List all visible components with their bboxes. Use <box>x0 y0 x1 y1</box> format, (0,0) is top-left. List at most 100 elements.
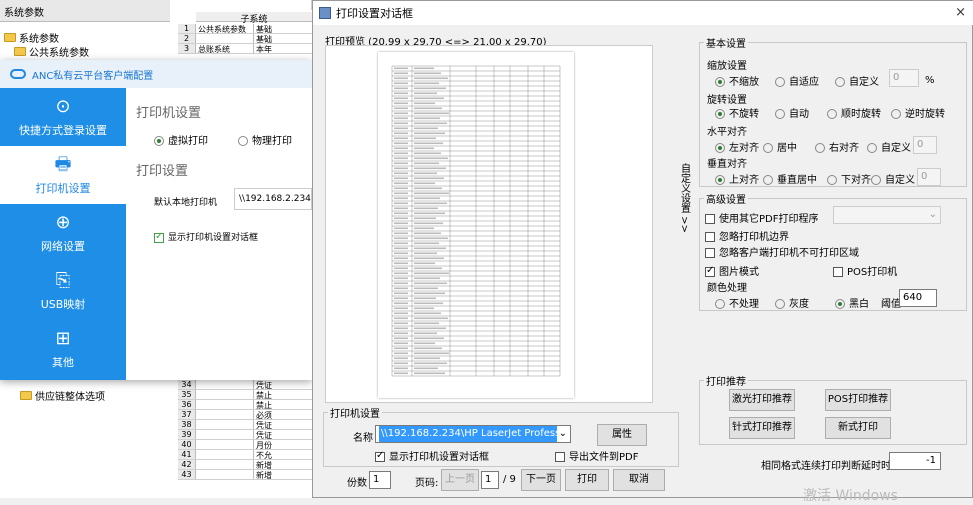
page-input[interactable]: 1 <box>481 471 499 489</box>
grid-row[interactable]: 40 月份 <box>178 440 312 451</box>
anc-main-panel: 打印机设置 虚拟打印 物理打印 打印设置 默认本地打印机 \\192.168.2… <box>126 88 312 380</box>
grid-cell: 凭证 <box>256 381 272 390</box>
grid-cell <box>196 450 254 460</box>
color-gray-radio[interactable]: 灰度 <box>775 295 809 310</box>
halign-center-radio[interactable]: 居中 <box>763 139 797 154</box>
sidebar-item-network[interactable]: ⊕ 网络设置 <box>0 204 126 262</box>
halign-left-radio[interactable]: 左对齐 <box>715 139 759 154</box>
valign-bottom-radio[interactable]: 下对齐 <box>827 171 871 186</box>
radio-physical[interactable]: 物理打印 <box>238 132 292 147</box>
pdf-program-select[interactable]: ⌄ <box>833 206 941 224</box>
preview-line <box>394 327 408 330</box>
tree-item-supply[interactable]: 供应链整体选项 <box>20 388 105 403</box>
default-printer-label: 默认本地打印机 <box>154 198 218 208</box>
radio-icon <box>154 136 164 146</box>
grid-row[interactable]: 38 凭证 <box>178 420 312 431</box>
grid-row[interactable]: 3 总账系统 本年 <box>178 44 312 55</box>
properties-button[interactable]: 属性 <box>597 424 647 446</box>
preview-line <box>394 112 408 115</box>
rotate-ccw-radio[interactable]: 逆时旋转 <box>891 105 945 120</box>
copies-input[interactable]: 1 <box>369 471 391 489</box>
show-dialog-checkbox[interactable]: 显示打印机设置对话框 <box>154 230 258 243</box>
grid-row[interactable]: 35 禁止 <box>178 390 312 401</box>
color-none-radio[interactable]: 不处理 <box>715 295 759 310</box>
grid-cell <box>196 410 254 420</box>
rotate-none-radio[interactable]: 不旋转 <box>715 105 759 120</box>
preview-line <box>394 142 408 145</box>
preview-line <box>414 192 449 195</box>
valign-top-radio[interactable]: 上对齐 <box>715 171 759 186</box>
preview-line <box>394 282 408 285</box>
grid-cell: 不允 <box>256 451 272 460</box>
preview-line <box>394 222 408 225</box>
preview-line <box>394 97 408 100</box>
printer-name-select[interactable]: \\192.168.2.234\HP LaserJet Professional… <box>375 425 571 443</box>
preview-line <box>414 207 438 210</box>
scale-input[interactable]: 0 <box>889 69 919 87</box>
scale-fit-radio[interactable]: 自适应 <box>775 73 819 88</box>
export-pdf-checkbox[interactable]: 导出文件到PDF <box>555 448 638 463</box>
close-icon[interactable]: × <box>955 5 966 20</box>
show-dialog-checkbox[interactable]: 显示打印机设置对话框 <box>375 448 489 463</box>
checkbox-icon <box>154 231 164 243</box>
grid-row[interactable]: 1 公共系统参数 基础 <box>178 24 312 35</box>
grid-row[interactable]: 36 禁止 <box>178 400 312 411</box>
preview-line <box>394 342 408 345</box>
grid-cell <box>196 430 254 440</box>
laser-recommend-button[interactable]: 激光打印推荐 <box>729 389 795 411</box>
sidebar-item-other[interactable]: ⊞ 其他 <box>0 320 126 378</box>
grid-row[interactable]: 39 凭证 <box>178 430 312 441</box>
threshold-input[interactable]: 640 <box>899 289 937 307</box>
preview-line <box>414 297 436 300</box>
custom-settings-tab[interactable]: 自定义设置 >> <box>677 163 691 236</box>
pos-printer-checkbox[interactable]: POS打印机 <box>833 263 897 278</box>
default-printer-field[interactable]: \\192.168.2.234\ <box>234 188 312 210</box>
halign-input[interactable]: 0 <box>913 136 937 154</box>
cancel-button[interactable]: 取消 <box>613 469 665 491</box>
sidebar-item-shortcut[interactable]: ⊙ 快捷方式登录设置 <box>0 88 126 146</box>
tree-item-system[interactable]: 系统参数 <box>4 30 59 45</box>
rotate-auto-radio[interactable]: 自动 <box>775 105 809 120</box>
preview-line <box>414 107 442 110</box>
grid-row[interactable]: 2 基础 <box>178 34 312 45</box>
preview-line <box>394 367 408 370</box>
preview-line <box>394 292 408 295</box>
color-bw-radio[interactable]: 黑白 <box>835 295 869 310</box>
grid-row[interactable]: 37 必须 <box>178 410 312 421</box>
preview-line <box>414 92 437 95</box>
use-other-pdf-checkbox[interactable]: 使用其它PDF打印程序 <box>705 210 818 225</box>
pos-recommend-button[interactable]: POS打印推荐 <box>825 389 891 411</box>
delay-input[interactable]: -1 <box>889 452 941 470</box>
checkbox-icon <box>705 265 715 277</box>
scale-custom-radio[interactable]: 自定义 <box>835 73 879 88</box>
preview-line <box>394 237 408 240</box>
preview-area <box>325 45 653 403</box>
radio-virtual[interactable]: 虚拟打印 <box>154 132 208 147</box>
valign-input[interactable]: 0 <box>917 168 941 186</box>
ignore-area-checkbox[interactable]: 忽略客户端打印机不可打印区域 <box>705 244 859 259</box>
scale-none-radio[interactable]: 不缩放 <box>715 73 759 88</box>
radio-icon <box>835 299 845 309</box>
valign-custom-radio[interactable]: 自定义 <box>871 171 915 186</box>
preview-line <box>394 252 408 255</box>
radio-icon <box>835 77 845 87</box>
halign-right-radio[interactable]: 右对齐 <box>815 139 859 154</box>
grid-row[interactable]: 41 不允 <box>178 450 312 461</box>
next-page-button[interactable]: 下一页 <box>521 469 561 491</box>
tree-item-public[interactable]: 公共系统参数 <box>14 44 89 59</box>
sidebar-item-usb[interactable]: ⎘ USB映射 <box>0 262 126 320</box>
needle-recommend-button[interactable]: 针式打印推荐 <box>729 417 795 439</box>
prev-page-button[interactable]: 上一页 <box>441 469 479 491</box>
image-mode-checkbox[interactable]: 图片模式 <box>705 263 759 278</box>
print-button[interactable]: 打印 <box>565 469 609 491</box>
new-print-button[interactable]: 新式打印 <box>825 417 891 439</box>
sidebar-item-printer[interactable]: 🖶 打印机设置 <box>0 146 126 204</box>
rotate-cw-radio[interactable]: 顺时旋转 <box>827 105 881 120</box>
grid-row[interactable]: 42 新增 <box>178 460 312 471</box>
grid-row[interactable]: 34 凭证 <box>178 380 312 391</box>
ignore-border-checkbox[interactable]: 忽略打印机边界 <box>705 228 789 243</box>
valign-middle-radio[interactable]: 垂直居中 <box>763 171 817 186</box>
halign-custom-radio[interactable]: 自定义 <box>867 139 911 154</box>
grid-row[interactable]: 43 新增 <box>178 470 312 481</box>
preview-line <box>394 192 408 195</box>
